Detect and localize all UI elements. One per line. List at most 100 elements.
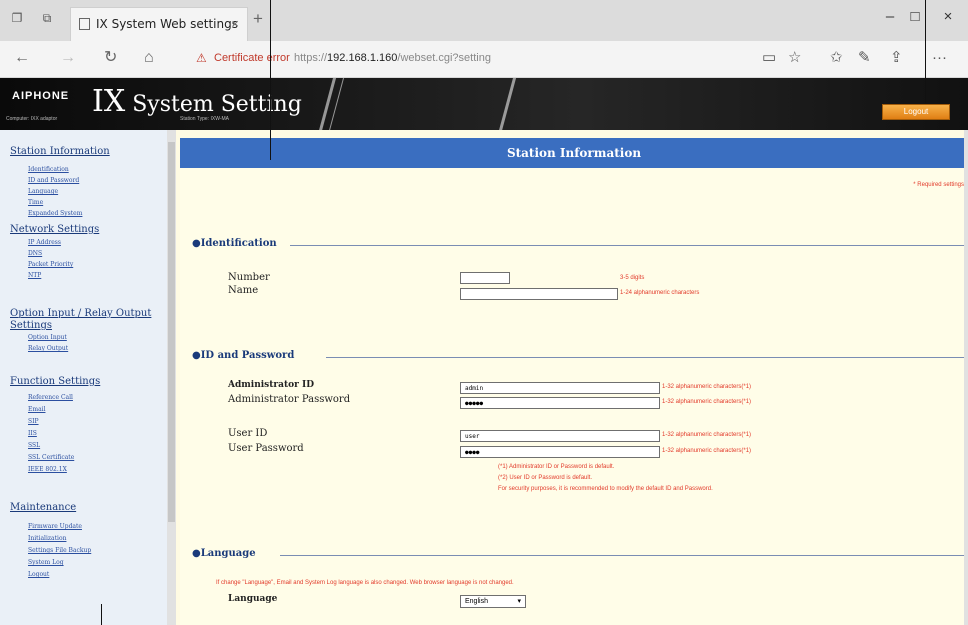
language-note: If change "Language", Email and System L… xyxy=(216,580,514,586)
name-input[interactable] xyxy=(460,288,618,300)
sidebar-section-function-settings[interactable]: Function Settings xyxy=(10,376,168,388)
sidebar-scrollbar[interactable] xyxy=(167,130,176,625)
sidebar-item-ssl-certificate[interactable]: SSL Certificate xyxy=(28,454,74,461)
callout-line-logout xyxy=(925,0,926,103)
sidebar-item-reference-call[interactable]: Reference Call xyxy=(28,394,73,401)
url-text: https://192.168.1.160/webset.cgi?setting xyxy=(294,52,491,64)
sidebar-item-relay-output[interactable]: Relay Output xyxy=(28,345,68,352)
section-divider xyxy=(326,357,964,358)
number-input[interactable] xyxy=(460,272,510,284)
admin-password-label: Administrator Password xyxy=(228,394,351,405)
sidebar-item-dns[interactable]: DNS xyxy=(28,250,42,257)
sidebar-section-network-settings[interactable]: Network Settings xyxy=(10,224,168,236)
password-note: (*2) User ID or Password is default. xyxy=(498,475,593,481)
sidebar-item-firmware-update[interactable]: Firmware Update xyxy=(28,523,82,530)
browser-tab-strip: ❐ ⧉ IX System Web settings × + – □ × xyxy=(0,0,968,42)
sidebar-item-ip-address[interactable]: IP Address xyxy=(28,239,61,246)
password-note: For security purposes, it is recommended… xyxy=(498,486,713,492)
sidebar-item-identification[interactable]: Identification xyxy=(28,166,69,173)
new-tab-icon[interactable]: + xyxy=(253,10,263,27)
section-divider xyxy=(290,245,964,246)
refresh-icon[interactable]: ↻ xyxy=(104,49,117,67)
user-id-input[interactable]: user xyxy=(460,430,660,442)
sidebar-item-iis[interactable]: IIS xyxy=(28,430,37,437)
admin-id-label: Administrator ID xyxy=(228,380,315,390)
sidebar-section-option-input-relay[interactable]: Option Input / Relay Output Settings xyxy=(10,308,168,332)
tab-close-icon[interactable]: × xyxy=(231,16,239,31)
favorites-bar-icon[interactable]: ✩ xyxy=(830,50,843,66)
sidebar-item-expanded-system[interactable]: Expanded System xyxy=(28,210,82,217)
tab-actions-icon[interactable]: ❐ xyxy=(10,11,24,25)
sidebar-section-maintenance[interactable]: Maintenance xyxy=(10,502,168,514)
pen-icon[interactable]: ✎ xyxy=(858,50,871,66)
sidebar-item-packet-priority[interactable]: Packet Priority xyxy=(28,261,73,268)
window-close-icon[interactable]: × xyxy=(928,8,968,25)
tab-preview-icon[interactable]: ⧉ xyxy=(40,11,54,25)
language-label: Language xyxy=(228,594,278,604)
logout-button[interactable]: Logout xyxy=(882,104,950,120)
language-select[interactable]: English ▾ xyxy=(460,595,526,608)
sidebar-section-station-information[interactable]: Station Information xyxy=(10,146,168,158)
header-sub-station: Station Type: IXW-MA xyxy=(180,116,230,122)
warning-icon: ⚠ xyxy=(196,51,207,65)
browser-tab[interactable]: IX System Web settings × xyxy=(70,7,248,42)
home-icon[interactable]: ⌂ xyxy=(144,49,154,67)
user-password-hint: 1-32 alphanumeric characters(*1) xyxy=(662,448,752,454)
forward-arrow-icon[interactable]: → xyxy=(60,49,76,67)
language-select-value: English xyxy=(465,598,488,605)
sidebar-item-email[interactable]: Email xyxy=(28,406,45,413)
callout-line-sidebar xyxy=(101,604,102,625)
admin-password-input[interactable]: ●●●●● xyxy=(460,397,660,409)
callout-line-content xyxy=(270,0,271,160)
main-scrollbar[interactable] xyxy=(964,130,968,625)
sidebar-item-ieee[interactable]: IEEE 802.1X xyxy=(28,466,67,473)
address-bar: ← → ↻ ⌂ ⚠ Certificate error https://192.… xyxy=(0,41,968,78)
chevron-down-icon: ▾ xyxy=(517,598,521,605)
sidebar-item-language[interactable]: Language xyxy=(28,188,58,195)
sidebar-item-id-password[interactable]: ID and Password xyxy=(28,177,79,184)
app-header: AIPHONE IX System Setting Computer: IXX … xyxy=(0,78,968,130)
sidebar-item-ntp[interactable]: NTP xyxy=(28,272,41,279)
sidebar: Station Information Identification ID an… xyxy=(0,130,176,625)
user-id-label: User ID xyxy=(228,428,268,439)
name-label: Name xyxy=(228,285,259,296)
favorite-star-icon[interactable]: ☆ xyxy=(788,50,801,66)
sidebar-item-settings-backup[interactable]: Settings File Backup xyxy=(28,547,91,554)
name-hint: 1-24 alphanumeric characters xyxy=(620,290,700,296)
reading-view-icon[interactable]: ▭ xyxy=(762,50,776,66)
number-label: Number xyxy=(228,272,270,283)
section-divider xyxy=(280,555,964,556)
tab-title: IX System Web settings xyxy=(96,17,238,31)
sidebar-item-time[interactable]: Time xyxy=(28,199,43,206)
main-panel: Station Information * Required settings … xyxy=(176,130,968,625)
user-id-hint: 1-32 alphanumeric characters(*1) xyxy=(662,432,752,438)
admin-password-hint: 1-32 alphanumeric characters(*1) xyxy=(662,399,752,405)
number-hint: 3-5 digits xyxy=(620,275,645,281)
user-password-label: User Password xyxy=(228,443,304,454)
header-decoration xyxy=(494,78,519,130)
user-password-input[interactable]: ●●●● xyxy=(460,446,660,458)
sidebar-item-ssl[interactable]: SSL xyxy=(28,442,40,449)
section-identification-heading: ●Identification xyxy=(192,238,277,249)
url-field[interactable]: ⚠ Certificate error https://192.168.1.16… xyxy=(190,46,750,72)
section-language-heading: ●Language xyxy=(192,548,256,559)
sidebar-item-system-log[interactable]: System Log xyxy=(28,559,64,566)
sidebar-item-option-input[interactable]: Option Input xyxy=(28,334,67,341)
brand-logo: AIPHONE xyxy=(12,90,70,102)
required-settings-note: * Required settings xyxy=(913,182,964,188)
settings-form: * Required settings ●Identification Numb… xyxy=(180,168,968,625)
sidebar-item-initialization[interactable]: Initialization xyxy=(28,535,66,542)
sidebar-item-logout[interactable]: Logout xyxy=(28,571,49,578)
more-icon[interactable]: ··· xyxy=(932,50,947,66)
page-title: Station Information xyxy=(180,138,968,168)
share-icon[interactable]: ⇪ xyxy=(890,50,903,66)
back-arrow-icon[interactable]: ← xyxy=(14,49,30,67)
header-decoration xyxy=(314,78,339,130)
sidebar-item-sip[interactable]: SIP xyxy=(28,418,39,425)
sidebar-scroll-thumb[interactable] xyxy=(168,142,175,522)
section-id-password-heading: ●ID and Password xyxy=(192,350,295,361)
admin-id-hint: 1-32 alphanumeric characters(*1) xyxy=(662,384,752,390)
certificate-error[interactable]: Certificate error xyxy=(214,52,290,64)
admin-id-input[interactable]: admin xyxy=(460,382,660,394)
page-icon xyxy=(79,18,90,30)
